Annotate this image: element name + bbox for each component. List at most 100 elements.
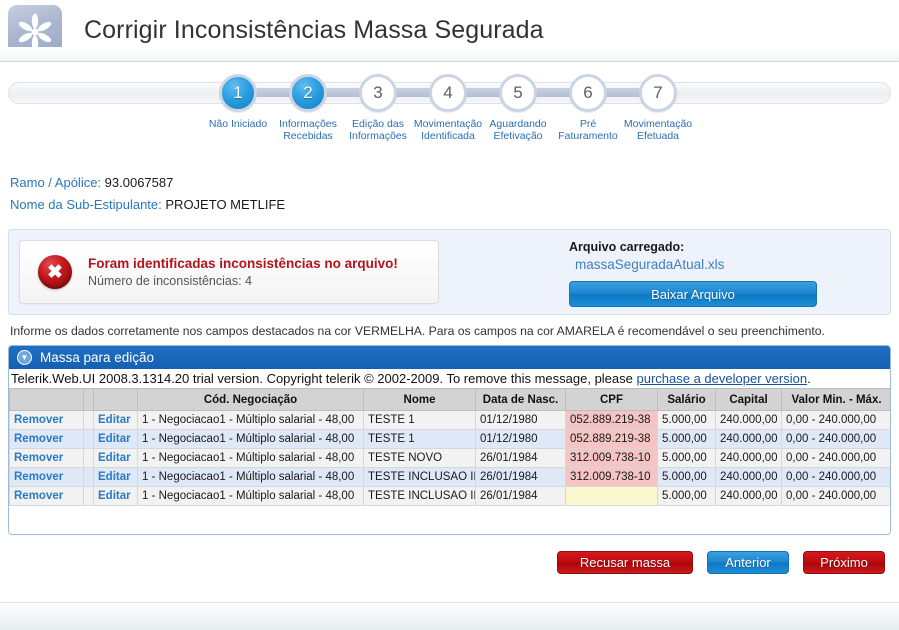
uploaded-file-block: Arquivo carregado: massaSeguradaAtual.xl… [569, 240, 819, 307]
valor-min-max-cell: 0,00 - 240.000,00 [781, 410, 890, 430]
edit-link[interactable]: Editar [93, 429, 138, 449]
table-col-header-4: Nome [363, 388, 476, 411]
action-bar: Recusar massa Anterior Próximo [0, 535, 899, 574]
stepper-label-1: Não Iniciado [208, 118, 268, 130]
capital-cell: 240.000,00 [715, 410, 782, 430]
data-nascimento-cell: 01/12/1980 [475, 410, 566, 430]
remove-link[interactable]: Remover [9, 467, 84, 487]
capital-cell: 240.000,00 [715, 448, 782, 468]
data-nascimento-cell: 26/01/1984 [475, 467, 566, 487]
capital-cell: 240.000,00 [715, 467, 782, 487]
sub-estipulante-label: Nome da Sub-Estipulante: [10, 197, 162, 212]
data-nascimento-cell: 26/01/1984 [475, 486, 566, 506]
capital-cell: 240.000,00 [715, 429, 782, 449]
stepper-circle-6[interactable]: 6 [569, 74, 607, 112]
data-nascimento-cell: 26/01/1984 [475, 448, 566, 468]
nome-cell: TESTE 1 [363, 410, 476, 430]
telerik-trial-notice: Telerik.Web.UI 2008.3.1314.20 trial vers… [9, 369, 890, 388]
stepper-circle-1[interactable]: 1 [219, 74, 257, 112]
policy-info: Ramo / Apólice: 93.0067587 Nome da Sub-E… [0, 162, 899, 221]
chevron-down-icon[interactable]: ▼ [17, 350, 32, 365]
stepper-label-7: Movimentação Efetuada [623, 118, 693, 142]
remove-link[interactable]: Remover [9, 410, 84, 430]
spacer-cell [83, 410, 94, 430]
stepper-label-4: Movimentação Identificada [413, 118, 483, 142]
page-title: Corrigir Inconsistências Massa Segurada [84, 16, 544, 44]
table-row: Remover Editar 1 - Negociacao1 - Múltiplo … [9, 486, 890, 506]
edit-link[interactable]: Editar [93, 410, 138, 430]
ramo-apolice-label: Ramo / Apólice: [10, 175, 102, 190]
grid-filler [9, 506, 890, 534]
stepper-circle-3[interactable]: 3 [359, 74, 397, 112]
table-col-header-5: Data de Nasc. [475, 388, 566, 411]
alert-title: Foram identificadas inconsistências no a… [88, 256, 398, 271]
codigo-negociacao-cell: 1 - Negociacao1 - Múltiplo salarial - 48… [137, 448, 364, 468]
ramo-apolice-value: 93.0067587 [104, 175, 174, 190]
stepper-circle-7[interactable]: 7 [639, 74, 677, 112]
download-file-button[interactable]: Baixar Arquivo [569, 281, 817, 307]
stepper-step-7[interactable]: 7 Movimentação Efetuada [623, 74, 693, 142]
edit-link[interactable]: Editar [93, 467, 138, 487]
grid-panel-title: Massa para edição [40, 350, 155, 365]
codigo-negociacao-cell: 1 - Negociacao1 - Múltiplo salarial - 48… [137, 467, 364, 487]
stepper-step-5[interactable]: 5 Aguardando Efetivação [483, 74, 588, 142]
table-col-header-0 [9, 388, 84, 411]
table-col-header-7: Salário [657, 388, 716, 411]
salario-cell: 5.000,00 [657, 429, 716, 449]
ramo-apolice-line: Ramo / Apólice: 93.0067587 [10, 175, 899, 190]
stepper-step-4[interactable]: 4 Movimentação Identificada [413, 74, 518, 142]
uploaded-file-name: massaSeguradaAtual.xls [575, 257, 725, 272]
stepper-step-1[interactable]: 1 Não Iniciado [203, 74, 308, 130]
remove-link[interactable]: Remover [9, 429, 84, 449]
table-col-header-1 [83, 388, 94, 411]
cpf-cell: 312.009.738-10 [565, 467, 658, 487]
stepper-circle-5[interactable]: 5 [499, 74, 537, 112]
cpf-cell: 312.009.738-10 [565, 448, 658, 468]
proximo-button[interactable]: Próximo [803, 551, 885, 574]
stepper-circle-2[interactable]: 2 [289, 74, 327, 112]
stepper-step-3[interactable]: 3 Edição das Informações [343, 74, 448, 142]
nome-cell: TESTE INCLUSAO II [363, 467, 476, 487]
table-body: Remover Editar 1 - Negociacao1 - Múltiplo … [9, 410, 890, 506]
salario-cell: 5.000,00 [657, 410, 716, 430]
valor-min-max-cell: 0,00 - 240.000,00 [781, 467, 890, 487]
table-row: Remover Editar 1 - Negociacao1 - Múltiplo … [9, 429, 890, 449]
header-sheen [0, 47, 899, 61]
stepper-circle-4[interactable]: 4 [429, 74, 467, 112]
codigo-negociacao-cell: 1 - Negociacao1 - Múltiplo salarial - 48… [137, 410, 364, 430]
anterior-button[interactable]: Anterior [707, 551, 789, 574]
table-row: Remover Editar 1 - Negociacao1 - Múltiplo … [9, 467, 890, 487]
cpf-cell: 052.889.219-38 [565, 429, 658, 449]
valor-min-max-cell: 0,00 - 240.000,00 [781, 429, 890, 449]
remove-link[interactable]: Remover [9, 448, 84, 468]
codigo-negociacao-cell: 1 - Negociacao1 - Múltiplo salarial - 48… [137, 486, 364, 506]
app-logo [8, 4, 62, 59]
capital-cell: 240.000,00 [715, 486, 782, 506]
uploaded-file-label: Arquivo carregado: [569, 240, 685, 254]
cpf-cell [565, 486, 658, 506]
edit-link[interactable]: Editar [93, 486, 138, 506]
alert-subtitle: Número de inconsistências: 4 [88, 274, 252, 288]
recusar-massa-button[interactable]: Recusar massa [557, 551, 693, 574]
table-col-header-8: Capital [715, 388, 782, 411]
nome-cell: TESTE NOVO [363, 448, 476, 468]
stepper-step-6[interactable]: 6 Pré Faturamento [553, 74, 658, 142]
salario-cell: 5.000,00 [657, 467, 716, 487]
valor-min-max-cell: 0,00 - 240.000,00 [781, 486, 890, 506]
stepper-step-2[interactable]: 2 Informações Recebidas [273, 74, 378, 142]
table-col-header-9: Valor Min. - Máx. [781, 388, 890, 411]
purchase-developer-version-link[interactable]: purchase a developer version [637, 371, 808, 386]
table-col-header-2 [93, 388, 138, 411]
cpf-cell: 052.889.219-38 [565, 410, 658, 430]
remove-link[interactable]: Remover [9, 486, 84, 506]
page-header: Corrigir Inconsistências Massa Segurada [0, 0, 899, 62]
trial-suffix: . [807, 371, 811, 386]
edit-link[interactable]: Editar [93, 448, 138, 468]
codigo-negociacao-cell: 1 - Negociacao1 - Múltiplo salarial - 48… [137, 429, 364, 449]
grid-panel-header[interactable]: ▼ Massa para edição [9, 346, 890, 369]
nome-cell: TESTE 1 [363, 429, 476, 449]
edit-grid-panel: ▼ Massa para edição Telerik.Web.UI 2008.… [8, 345, 891, 535]
table-col-header-6: CPF [565, 388, 658, 411]
spacer-cell [83, 486, 94, 506]
stepper-label-5: Aguardando Efetivação [489, 118, 547, 142]
